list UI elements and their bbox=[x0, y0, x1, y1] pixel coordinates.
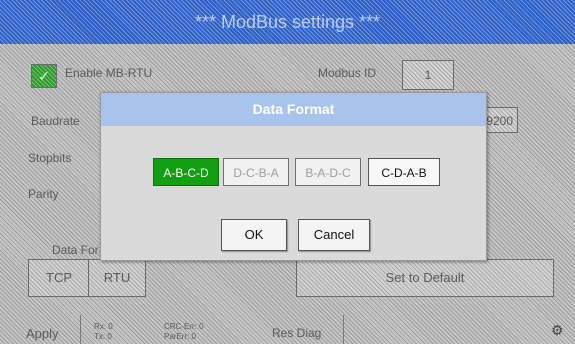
format-option-cdab[interactable]: C-D-A-B bbox=[368, 158, 440, 186]
baudrate-label: Baudrate bbox=[31, 114, 80, 128]
data-format-dialog: Data Format A-B-C-D D-C-B-A B-A-D-C C-D-… bbox=[100, 92, 487, 261]
footer-separator bbox=[80, 315, 81, 344]
crc-error-counter: CRC-Err: 0 bbox=[164, 322, 204, 331]
format-option-abcd[interactable]: A-B-C-D bbox=[153, 158, 219, 186]
parity-error-counter: ParErr: 0 bbox=[164, 332, 197, 341]
cancel-button[interactable]: Cancel bbox=[298, 219, 370, 251]
parity-label: Parity bbox=[28, 187, 59, 201]
enable-mb-rtu-checkbox[interactable]: ✓ bbox=[31, 64, 57, 88]
format-option-badc[interactable]: B-A-D-C bbox=[295, 158, 361, 186]
tcp-button[interactable]: TCP bbox=[28, 259, 90, 297]
data-format-label: Data For bbox=[52, 243, 99, 257]
rx-counter: Rx: 0 bbox=[94, 322, 113, 331]
res-diag-button[interactable]: Res Diag bbox=[272, 326, 321, 340]
set-to-default-button[interactable]: Set to Default bbox=[296, 259, 554, 297]
rtu-button[interactable]: RTU bbox=[88, 259, 146, 297]
gear-icon[interactable]: ⚙ bbox=[551, 322, 564, 339]
apply-button[interactable]: Apply bbox=[26, 326, 59, 341]
stopbits-label: Stopbits bbox=[28, 151, 72, 165]
dialog-title: Data Format bbox=[101, 93, 486, 126]
enable-mb-rtu-label: Enable MB-RTU bbox=[65, 66, 153, 80]
modbus-id-field[interactable]: 1 bbox=[402, 60, 454, 90]
footer-separator bbox=[343, 315, 344, 344]
tx-counter: Tx: 0 bbox=[94, 332, 112, 341]
format-option-dcba[interactable]: D-C-B-A bbox=[223, 158, 289, 186]
ok-button[interactable]: OK bbox=[221, 219, 287, 251]
modbus-id-label: Modbus ID bbox=[318, 66, 377, 80]
window-title: *** ModBus settings *** bbox=[0, 0, 575, 44]
